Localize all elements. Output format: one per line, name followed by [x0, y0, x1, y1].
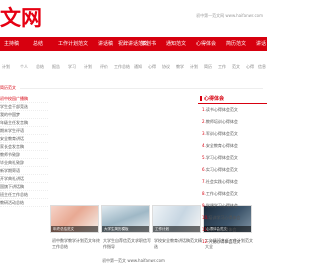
nav-item[interactable]: 心得体会 — [196, 37, 216, 51]
sidebar-item-label: 培训学习心得体会 — [208, 215, 241, 220]
sidebar-item-label: 党课学习心得体会 — [205, 203, 238, 208]
list-item[interactable]: 国旗下讲话稿 — [0, 183, 48, 191]
nav-item[interactable]: 主持稿 — [4, 37, 19, 51]
list-item[interactable]: 期末学生评语 — [0, 127, 48, 135]
section-caption[interactable]: 简历范文 — [0, 84, 16, 92]
sidebar: 心得体会 1.读书心得体会范文 2.教师培训心得体会 3.军训心得体会范文 4.… — [198, 95, 267, 248]
list-item[interactable]: 安全教育讲话 — [0, 135, 48, 143]
sidebar-item-label: 入党心得体会范文 — [208, 239, 241, 244]
subnav-item[interactable]: 工作 — [218, 63, 226, 71]
sidebar-item-label: 实习心得体会范文 — [205, 167, 238, 172]
sidebar-item[interactable]: 4.安全教育心得体会 — [198, 140, 267, 152]
list-item[interactable]: 教研活动总结 — [0, 199, 48, 207]
list-item[interactable]: 年级主任发言稿 — [0, 119, 48, 127]
subnav-item[interactable]: 总结 — [36, 63, 44, 71]
subnav-item[interactable]: 信息 — [258, 63, 266, 71]
subnav-item[interactable]: 教学 — [176, 63, 184, 71]
sidebar-item-label: 工作心得体会范文 — [205, 191, 238, 196]
sidebar-header: 心得体会 — [198, 95, 267, 104]
sidebar-item[interactable]: 7.社会实践心得体会 — [198, 176, 267, 188]
subnav-item[interactable]: 学习 — [68, 63, 76, 71]
thumbnail-card[interactable]: 年终总结范文 — [50, 205, 99, 233]
sidebar-item[interactable]: 10.培训学习心得体会 — [198, 212, 267, 224]
list-item[interactable]: 班主任工作总结 — [0, 191, 48, 199]
nav-item[interactable]: 讲话稿 — [98, 37, 113, 51]
thumbnail-caption: 工作计划 — [153, 226, 200, 232]
nav-item[interactable]: 策划书 — [141, 37, 156, 51]
section-divider — [20, 88, 263, 89]
nav-item[interactable]: 简历范文 — [226, 37, 246, 51]
nav-item[interactable]: 总结 — [33, 37, 43, 51]
list-item[interactable]: 教师节致辞 — [0, 151, 48, 159]
article-caption[interactable]: 学校安全教育讲话稿范文精选 — [154, 238, 202, 250]
sidebar-item-label: 大学生心得体会 — [208, 227, 237, 232]
sidebar-item[interactable]: 8.工作心得体会范文 — [198, 188, 267, 200]
thumbnail-caption: 大学生简历模板 — [102, 226, 149, 232]
sidebar-item[interactable]: 9.党课学习心得体会 — [198, 200, 267, 212]
sub-nav: 计划 个人 总结 报告 学习 计划 评价 工作总结 通知 心得 协议 教学 计划… — [0, 63, 267, 71]
sidebar-item[interactable]: 2.教师培训心得体会 — [198, 116, 267, 128]
site-logo[interactable]: 文网 — [0, 6, 42, 30]
subnav-item[interactable]: 工作总结 — [114, 63, 130, 71]
sidebar-item[interactable]: 6.实习心得体会范文 — [198, 164, 267, 176]
sidebar-item-label: 军训心得体会范文 — [205, 131, 238, 136]
sidebar-item[interactable]: 12.入党心得体会范文 — [198, 236, 267, 248]
sidebar-item-label: 社会实践心得体会 — [205, 179, 238, 184]
list-item[interactable]: 初中校园广播稿 — [0, 95, 48, 103]
subnav-item[interactable]: 通知 — [134, 63, 142, 71]
subnav-item[interactable]: 协议 — [162, 63, 170, 71]
sidebar-marker-icon — [200, 96, 202, 101]
subnav-item[interactable]: 评价 — [100, 63, 108, 71]
subnav-item[interactable]: 范文 — [232, 63, 240, 71]
article-list: 初中校园广播稿 学生会干部竞选 我的中国梦 年级主任发言稿 期末学生评语 安全教… — [0, 95, 48, 207]
subnav-item[interactable]: 简历 — [204, 63, 212, 71]
subnav-item[interactable]: 计划 — [2, 63, 10, 71]
thumbnail-caption: 年终总结范文 — [51, 226, 98, 232]
sidebar-item[interactable]: 1.读书心得体会范文 — [198, 104, 267, 116]
nav-item[interactable]: 工作计划范文 — [58, 37, 88, 51]
main-nav: 主持稿 总结 工作计划范文 讲话稿 祝辞讲话范文 策划书 通知范文 心得体会 简… — [0, 37, 267, 51]
thumbnail-card[interactable]: 工作计划 — [152, 205, 201, 233]
list-item[interactable]: 我的中国梦 — [0, 111, 48, 119]
subnav-item[interactable]: 心得 — [246, 63, 254, 71]
list-item[interactable]: 家长会发言稿 — [0, 143, 48, 151]
sidebar-item-label: 学习心得体会范文 — [205, 155, 238, 160]
thumbnail-card[interactable]: 大学生简历模板 — [101, 205, 150, 233]
sidebar-item-label: 安全教育心得体会 — [205, 143, 238, 148]
subnav-item[interactable]: 计划 — [84, 63, 92, 71]
list-item[interactable]: 学生会干部竞选 — [0, 103, 48, 111]
site-header: 文网 初中第一范文网 www.haifanwr.com — [0, 0, 267, 34]
site-footer: 初中第一范文 www.haifanwr.com — [102, 258, 165, 263]
list-item[interactable]: 新学期寄语 — [0, 167, 48, 175]
article-caption[interactable]: 初中数学教学计划范文年终工作总结 — [52, 238, 100, 250]
sidebar-title[interactable]: 心得体会 — [204, 96, 224, 102]
sidebar-item[interactable]: 5.学习心得体会范文 — [198, 152, 267, 164]
nav-item[interactable]: 讲话 — [256, 37, 266, 51]
subnav-item[interactable]: 心得 — [148, 63, 156, 71]
sidebar-item[interactable]: 11.大学生心得体会 — [198, 224, 267, 236]
subnav-item[interactable]: 报告 — [52, 63, 60, 71]
section-header: 简历范文 — [0, 84, 267, 92]
sidebar-item[interactable]: 3.军训心得体会范文 — [198, 128, 267, 140]
sidebar-item-label: 读书心得体会范文 — [205, 107, 238, 112]
article-caption[interactable]: 大学生自荐信范文求职信写作指导 — [103, 238, 151, 250]
subnav-item[interactable]: 计划 — [190, 63, 198, 71]
header-url: 初中第一范文网 www.haifanwr.com — [196, 13, 263, 18]
subnav-item[interactable]: 个人 — [20, 63, 28, 71]
list-item[interactable]: 毕业典礼致辞 — [0, 159, 48, 167]
sidebar-item-label: 教师培训心得体会 — [205, 119, 238, 124]
nav-item[interactable]: 通知范文 — [166, 37, 186, 51]
list-item[interactable]: 开学典礼讲话 — [0, 175, 48, 183]
